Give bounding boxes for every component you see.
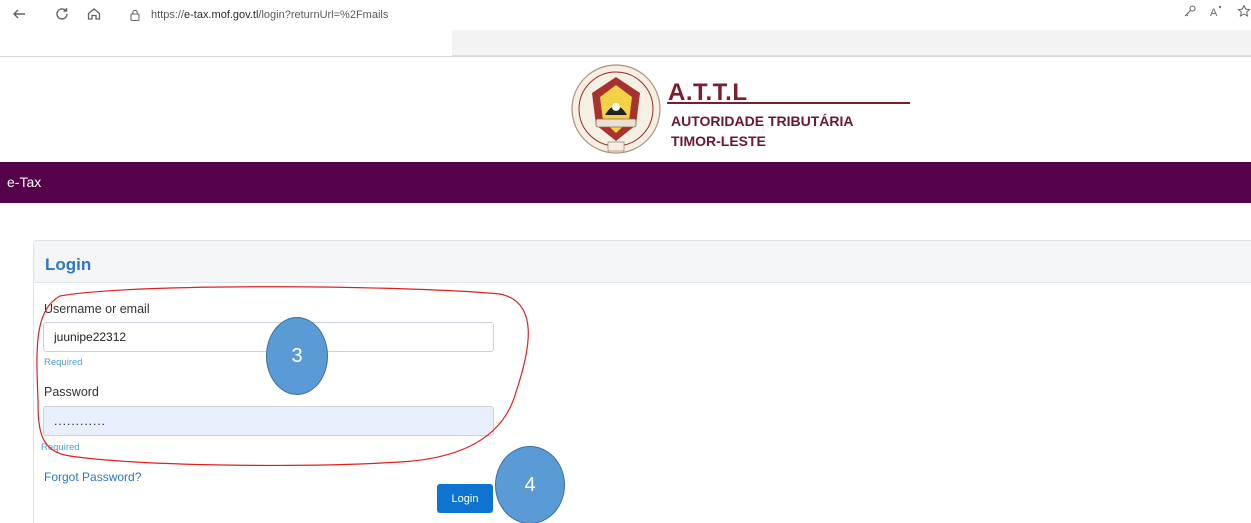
url-text: https://e-tax.mof.gov.tl/login?returnUrl…	[151, 9, 389, 21]
read-aloud-icon[interactable]: A	[1209, 4, 1225, 18]
favorite-star-icon[interactable]	[1237, 4, 1251, 18]
browser-actions: A	[1183, 4, 1251, 18]
top-navbar: e-Tax	[0, 162, 1251, 203]
address-bar[interactable]: https://e-tax.mof.gov.tl/login?returnUrl…	[116, 0, 452, 30]
username-label: Username or email	[44, 302, 150, 316]
login-panel: Login	[33, 240, 1251, 523]
divider	[0, 56, 1251, 57]
annotation-badge-3: 3	[266, 317, 328, 395]
site-header-logo[interactable]: A.T.T.L AUTORIDADE TRIBUTÁRIA TIMOR-LEST…	[570, 63, 920, 159]
password-input[interactable]	[43, 406, 494, 436]
org-name-line1: AUTORIDADE TRIBUTÁRIA	[671, 113, 854, 129]
password-required-hint: Required	[41, 442, 80, 453]
svg-text:A: A	[1210, 7, 1218, 18]
refresh-icon[interactable]	[52, 4, 72, 24]
forgot-password-link[interactable]: Forgot Password?	[44, 470, 141, 484]
login-title: Login	[45, 255, 92, 274]
navbar-brand[interactable]: e-Tax	[7, 174, 41, 190]
username-required-hint: Required	[44, 357, 83, 368]
title-rule	[667, 102, 910, 104]
browser-toolbar: https://e-tax.mof.gov.tl/login?returnUrl…	[0, 0, 1251, 30]
lock-icon	[130, 9, 140, 22]
rdtl-seal-icon	[571, 64, 661, 154]
login-button[interactable]: Login	[437, 484, 493, 513]
login-panel-header: Login	[34, 241, 1251, 283]
key-icon[interactable]	[1183, 4, 1197, 18]
tab-strip	[452, 30, 1251, 56]
home-icon[interactable]	[84, 4, 104, 24]
back-arrow-icon[interactable]	[9, 4, 29, 24]
annotation-badge-4: 4	[495, 446, 565, 523]
org-name-line2: TIMOR-LESTE	[671, 133, 766, 149]
password-label: Password	[44, 385, 99, 399]
